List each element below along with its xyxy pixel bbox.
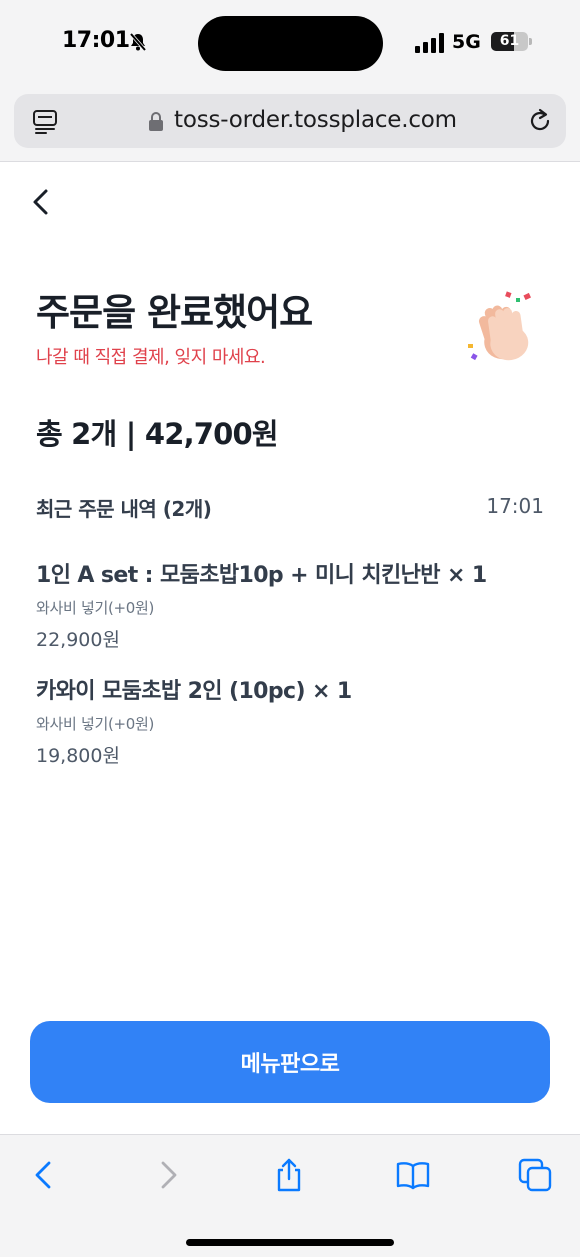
url-text[interactable]: toss-order.tossplace.com	[174, 107, 457, 133]
browser-toolbar	[0, 1134, 580, 1257]
bookmarks-icon[interactable]	[395, 1157, 431, 1193]
order-item-option: 와사비 넣기(+0원)	[36, 599, 155, 617]
chevron-left-icon[interactable]	[28, 186, 56, 218]
address-bar[interactable]: toss-order.tossplace.com	[14, 94, 566, 148]
browser-forward-icon[interactable]	[150, 1157, 186, 1193]
reader-mode-icon[interactable]	[32, 109, 58, 135]
page-title: 주문을 완료했어요	[36, 291, 313, 334]
battery-cap	[529, 38, 532, 45]
share-icon[interactable]	[271, 1157, 307, 1193]
order-item-price: 19,800원	[36, 745, 120, 767]
recent-orders-label: 최근 주문 내역 (2개)	[36, 497, 212, 521]
order-item-name: 카와이 모둠초밥 2인 (10pc) × 1	[36, 679, 352, 704]
go-to-menu-button[interactable]: 메뉴판으로	[30, 1021, 550, 1103]
cellular-signal-icon	[415, 33, 444, 53]
clapping-hands-icon	[468, 291, 531, 361]
home-indicator	[186, 1239, 394, 1246]
status-bar: 17:01 5G 61	[0, 0, 580, 90]
order-total: 총 2개 | 42,700원	[36, 417, 279, 451]
status-time: 17:01	[62, 28, 130, 53]
battery-level: 61	[499, 33, 520, 49]
bell-slash-icon	[129, 32, 147, 52]
order-item: 카와이 모둠초밥 2인 (10pc) × 1 와사비 넣기(+0원) 19,80…	[36, 673, 546, 768]
order-item-price: 22,900원	[36, 629, 120, 651]
recent-orders-time: 17:01	[486, 494, 544, 518]
network-type: 5G	[452, 31, 481, 53]
order-item: 1인 A set : 모둠초밥10p + 미니 치킨난반 × 1 와사비 넣기(…	[36, 557, 546, 652]
battery-indicator: 61	[491, 32, 528, 51]
reload-icon[interactable]	[526, 107, 554, 135]
payment-reminder: 나갈 때 직접 결제, 잊지 마세요.	[36, 347, 266, 368]
order-item-name: 1인 A set : 모둠초밥10p + 미니 치킨난반 × 1	[36, 563, 487, 588]
tabs-icon[interactable]	[517, 1157, 553, 1193]
dynamic-island	[198, 16, 383, 71]
order-item-option: 와사비 넣기(+0원)	[36, 715, 155, 733]
browser-address-area: toss-order.tossplace.com	[0, 90, 580, 162]
browser-back-icon[interactable]	[26, 1157, 62, 1193]
lock-icon	[149, 112, 163, 131]
